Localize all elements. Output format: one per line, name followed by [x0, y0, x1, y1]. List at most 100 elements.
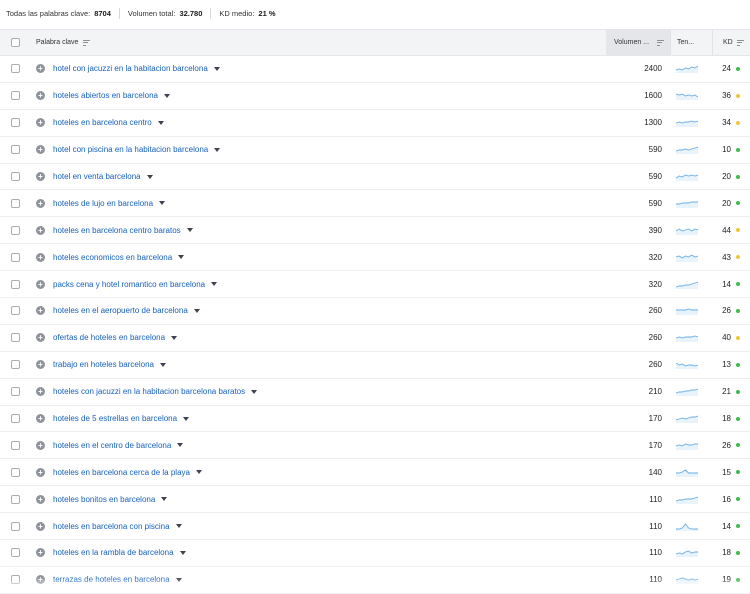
keyword-link[interactable]: hotel con piscina en la habitacion barce…: [53, 145, 208, 154]
header-trend[interactable]: Ten...: [670, 30, 712, 55]
keyword-link[interactable]: hoteles con jacuzzi en la habitacion bar…: [53, 387, 245, 396]
keyword-link[interactable]: hoteles en la rambla de barcelona: [53, 548, 174, 557]
chevron-down-icon[interactable]: [183, 417, 189, 421]
chevron-down-icon[interactable]: [158, 121, 164, 125]
row-checkbox[interactable]: [11, 495, 20, 504]
keyword-cell: + hoteles en barcelona con piscina: [30, 522, 606, 531]
chevron-down-icon[interactable]: [147, 175, 153, 179]
chevron-down-icon[interactable]: [214, 67, 220, 71]
chevron-down-icon[interactable]: [177, 443, 183, 447]
chevron-down-icon[interactable]: [194, 309, 200, 313]
keyword-link[interactable]: hoteles de 5 estrellas en barcelona: [53, 414, 177, 423]
chevron-down-icon[interactable]: [211, 282, 217, 286]
sort-icon[interactable]: [657, 40, 664, 46]
header-volume[interactable]: Volumen ...: [606, 30, 670, 55]
row-checkbox[interactable]: [11, 118, 20, 127]
row-checkbox[interactable]: [11, 145, 20, 154]
keyword-link[interactable]: hoteles de lujo en barcelona: [53, 199, 153, 208]
row-checkbox[interactable]: [11, 468, 20, 477]
chevron-down-icon[interactable]: [180, 551, 186, 555]
keyword-link[interactable]: hoteles economicos en barcelona: [53, 253, 172, 262]
trend-cell: [670, 360, 712, 369]
row-checkbox[interactable]: [11, 199, 20, 208]
row-select-cell: [0, 387, 30, 396]
add-plus-icon[interactable]: +: [36, 548, 45, 557]
add-plus-icon[interactable]: +: [36, 172, 45, 181]
chevron-down-icon[interactable]: [171, 336, 177, 340]
add-plus-icon[interactable]: +: [36, 441, 45, 450]
keyword-link[interactable]: ofertas de hoteles en barcelona: [53, 333, 165, 342]
chevron-down-icon[interactable]: [196, 470, 202, 474]
select-all-checkbox[interactable]: [11, 38, 20, 47]
row-checkbox[interactable]: [11, 172, 20, 181]
keyword-cell: + hoteles de 5 estrellas en barcelona: [30, 414, 606, 423]
add-plus-icon[interactable]: +: [36, 64, 45, 73]
add-plus-icon[interactable]: +: [36, 118, 45, 127]
row-checkbox[interactable]: [11, 280, 20, 289]
add-plus-icon[interactable]: +: [36, 306, 45, 315]
chevron-down-icon[interactable]: [161, 497, 167, 501]
keyword-link[interactable]: hoteles en barcelona cerca de la playa: [53, 468, 190, 477]
row-checkbox[interactable]: [11, 575, 20, 584]
add-plus-icon[interactable]: +: [36, 280, 45, 289]
keyword-cell: + hoteles en la rambla de barcelona: [30, 548, 606, 557]
row-checkbox[interactable]: [11, 387, 20, 396]
kd-indicator-dot: [736, 94, 740, 98]
chevron-down-icon[interactable]: [251, 390, 257, 394]
keyword-link[interactable]: hoteles bonitos en barcelona: [53, 495, 155, 504]
row-checkbox[interactable]: [11, 226, 20, 235]
keyword-link[interactable]: trabajo en hoteles barcelona: [53, 360, 154, 369]
chevron-down-icon[interactable]: [176, 524, 182, 528]
sort-icon[interactable]: [737, 40, 744, 46]
chevron-down-icon[interactable]: [178, 255, 184, 259]
keyword-link[interactable]: packs cena y hotel romantico en barcelon…: [53, 280, 205, 289]
row-checkbox[interactable]: [11, 548, 20, 557]
add-plus-icon[interactable]: +: [36, 199, 45, 208]
keyword-link[interactable]: hoteles en el aeropuerto de barcelona: [53, 306, 188, 315]
select-all-cell: [0, 38, 30, 47]
row-checkbox[interactable]: [11, 522, 20, 531]
add-plus-icon[interactable]: +: [36, 360, 45, 369]
sort-icon[interactable]: [83, 40, 90, 46]
row-checkbox[interactable]: [11, 360, 20, 369]
add-plus-icon[interactable]: +: [36, 145, 45, 154]
keyword-link[interactable]: hoteles abiertos en barcelona: [53, 91, 158, 100]
keyword-link[interactable]: hoteles en barcelona centro baratos: [53, 226, 181, 235]
add-plus-icon[interactable]: +: [36, 495, 45, 504]
chevron-down-icon[interactable]: [159, 201, 165, 205]
row-checkbox[interactable]: [11, 333, 20, 342]
header-kd[interactable]: KD: [712, 30, 750, 55]
keyword-link[interactable]: hoteles en barcelona centro: [53, 118, 152, 127]
add-plus-icon[interactable]: +: [36, 253, 45, 262]
row-select-cell: [0, 118, 30, 127]
keyword-link[interactable]: terrazas de hoteles en barcelona: [53, 575, 170, 584]
row-checkbox[interactable]: [11, 91, 20, 100]
add-plus-icon[interactable]: +: [36, 575, 45, 584]
keyword-link[interactable]: hotel en venta barcelona: [53, 172, 141, 181]
chevron-down-icon[interactable]: [187, 228, 193, 232]
keyword-link[interactable]: hoteles en el centro de barcelona: [53, 441, 171, 450]
keyword-link[interactable]: hoteles en barcelona con piscina: [53, 522, 170, 531]
chevron-down-icon[interactable]: [176, 578, 182, 582]
row-checkbox[interactable]: [11, 64, 20, 73]
trend-sparkline: [676, 468, 698, 477]
kd-cell: 14: [712, 280, 750, 289]
add-plus-icon[interactable]: +: [36, 387, 45, 396]
volume-cell: 170: [606, 414, 670, 423]
keyword-link[interactable]: hotel con jacuzzi en la habitacion barce…: [53, 64, 208, 73]
row-checkbox[interactable]: [11, 414, 20, 423]
add-plus-icon[interactable]: +: [36, 468, 45, 477]
add-plus-icon[interactable]: +: [36, 226, 45, 235]
header-keyword[interactable]: Palabra clave: [30, 39, 606, 46]
chevron-down-icon[interactable]: [160, 363, 166, 367]
add-plus-icon[interactable]: +: [36, 333, 45, 342]
chevron-down-icon[interactable]: [164, 94, 170, 98]
add-plus-icon[interactable]: +: [36, 522, 45, 531]
row-checkbox[interactable]: [11, 306, 20, 315]
add-plus-icon[interactable]: +: [36, 91, 45, 100]
trend-sparkline: [676, 253, 698, 262]
row-checkbox[interactable]: [11, 441, 20, 450]
add-plus-icon[interactable]: +: [36, 414, 45, 423]
row-checkbox[interactable]: [11, 253, 20, 262]
chevron-down-icon[interactable]: [214, 148, 220, 152]
